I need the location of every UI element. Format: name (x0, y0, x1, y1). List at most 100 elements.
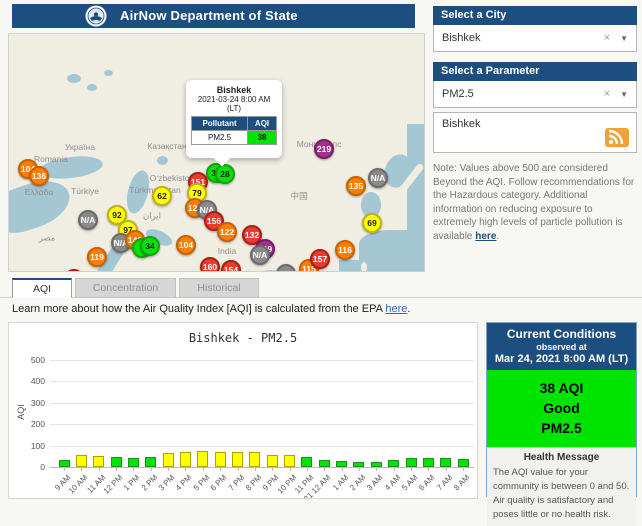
chart-title: Bishkek - PM2.5 (9, 331, 477, 345)
clear-parameter-icon[interactable]: × (604, 88, 610, 100)
chart-x-tickmark (272, 468, 273, 471)
aqi-marker[interactable]: 157 (310, 249, 330, 269)
aqi-map[interactable]: УкраїнаRomaniaΕλλάδαTürkiyeTürkmenistanК… (8, 33, 425, 272)
aqi-marker[interactable]: 122 (217, 222, 237, 242)
popup-pollutant-header: Pollutant (192, 117, 248, 131)
select-city-header: Select a City (433, 6, 637, 25)
chart-bar (284, 455, 295, 467)
map-country-label: Казақстан (147, 141, 186, 151)
aqi-value-box: 38 AQI Good PM2.5 (487, 370, 636, 447)
chart-x-tickmark (185, 468, 186, 471)
chart-x-tickmark (359, 468, 360, 471)
app-header: AirNow Department of State (12, 4, 415, 28)
chart-x-tickmark (290, 468, 291, 471)
chart-y-tick: 300 (19, 398, 45, 408)
map-country-label: مصر (39, 233, 56, 244)
note-text: Note: Values above 500 are considered Be… (433, 163, 634, 242)
chart-x-tickmark (116, 468, 117, 471)
aqi-marker[interactable]: 190 (64, 269, 84, 272)
map-country-label: 中国 (290, 190, 307, 202)
state-department-seal-icon (85, 5, 107, 27)
city-select[interactable]: Bishkek × ▼ (433, 25, 637, 52)
chart-x-tickmark (238, 468, 239, 471)
lake (104, 70, 113, 76)
chart-x-tickmark (64, 468, 65, 471)
epa-link[interactable]: here (385, 303, 407, 315)
learn-more-text: Learn more about how the Air Quality Ind… (12, 303, 410, 315)
chart-bar (59, 460, 70, 467)
chart-bar (180, 452, 191, 467)
chart-x-tickmark (394, 468, 395, 471)
popup-table: Pollutant AQI PM2.5 38 (191, 116, 277, 145)
rss-feed-icon[interactable] (605, 128, 629, 147)
aqi-marker[interactable]: 135 (346, 176, 366, 196)
tab-aqi[interactable]: AQI (12, 278, 72, 298)
chart-y-tick: 400 (19, 376, 45, 386)
chart-x-tickmark (151, 468, 152, 471)
aqi-marker[interactable]: N/A (368, 168, 388, 188)
chart-bar (388, 460, 399, 467)
chart-x-tickmark (133, 468, 134, 471)
map-country-label: ايران (143, 211, 161, 222)
chart-bar (111, 457, 122, 467)
map-country-label: Türkiye (71, 186, 99, 196)
aqi-marker[interactable]: 219 (314, 139, 334, 159)
aqi-marker[interactable]: 69 (362, 213, 382, 233)
tab-concentration[interactable]: Concentration (75, 278, 176, 298)
aqi-marker[interactable]: N/A (276, 264, 296, 272)
city-select-value: Bishkek (442, 32, 604, 44)
chart-gridline (50, 381, 474, 382)
chart-x-tickmark (99, 468, 100, 471)
observed-datetime: Mar 24, 2021 8:00 AM (LT) (489, 353, 634, 365)
map-country-label: India (218, 246, 236, 256)
aqi-marker[interactable]: 116 (335, 240, 355, 260)
aqi-marker[interactable]: N/A (250, 245, 270, 265)
city-caret-icon[interactable]: ▼ (620, 34, 628, 43)
note-here-link[interactable]: here (475, 231, 496, 242)
beyond-aqi-note: Note: Values above 500 are considered Be… (433, 162, 635, 243)
aqi-marker[interactable]: 34 (140, 236, 160, 256)
parameter-select[interactable]: PM2.5 × ▼ (433, 81, 637, 108)
aqi-marker[interactable]: 160 (200, 257, 220, 272)
aqi-chart: Bishkek - PM2.5 AQI 01002003004005009 AM… (8, 322, 478, 499)
chart-bar (423, 458, 434, 467)
chart-bar (76, 455, 87, 467)
aqi-marker[interactable]: 119 (87, 247, 107, 267)
chart-gridline (50, 360, 474, 361)
note-suffix: . (496, 231, 499, 242)
aqi-marker[interactable]: N/A (78, 210, 98, 230)
parameter-caret-icon[interactable]: ▼ (620, 90, 628, 99)
aqi-marker[interactable]: 136 (29, 166, 49, 186)
chart-gridline (50, 403, 474, 404)
clear-city-icon[interactable]: × (604, 32, 610, 44)
taiwan-island (361, 262, 367, 272)
popup-aqi-value: 38 (248, 131, 277, 145)
chart-x-tickmark (255, 468, 256, 471)
chart-x-tickmark (203, 468, 204, 471)
chart-x-tickmark (463, 468, 464, 471)
chart-x-tickmark (428, 468, 429, 471)
chart-x-tickmark (342, 468, 343, 471)
chart-x-tickmark (168, 468, 169, 471)
chart-bar (128, 458, 139, 467)
learn-more-suffix: . (407, 303, 410, 315)
aqi-marker[interactable]: 154 (221, 260, 241, 272)
aqi-pollutant: PM2.5 (487, 418, 636, 438)
parameter-select-value: PM2.5 (442, 88, 604, 100)
current-conditions-title: Current Conditions (489, 327, 634, 341)
aqi-marker[interactable]: 62 (152, 186, 172, 206)
chart-gridline (50, 446, 474, 447)
chart-x-tickmark (81, 468, 82, 471)
current-conditions-panel: Current Conditions observed at Mar 24, 2… (486, 322, 637, 497)
popup-pollutant-value: PM2.5 (192, 131, 248, 145)
aqi-marker[interactable]: 104 (176, 235, 196, 255)
popup-city: Bishkek (190, 85, 278, 95)
health-message-title: Health Message (493, 452, 630, 463)
chart-y-tick: 0 (19, 462, 45, 472)
aqi-marker[interactable]: 28 (215, 164, 235, 184)
chart-gridline (50, 424, 474, 425)
lake (87, 84, 97, 91)
tab-historical[interactable]: Historical (179, 278, 259, 298)
popup-timezone: (LT) (190, 104, 278, 113)
health-message-text: The AQI value for your community is betw… (493, 466, 630, 522)
